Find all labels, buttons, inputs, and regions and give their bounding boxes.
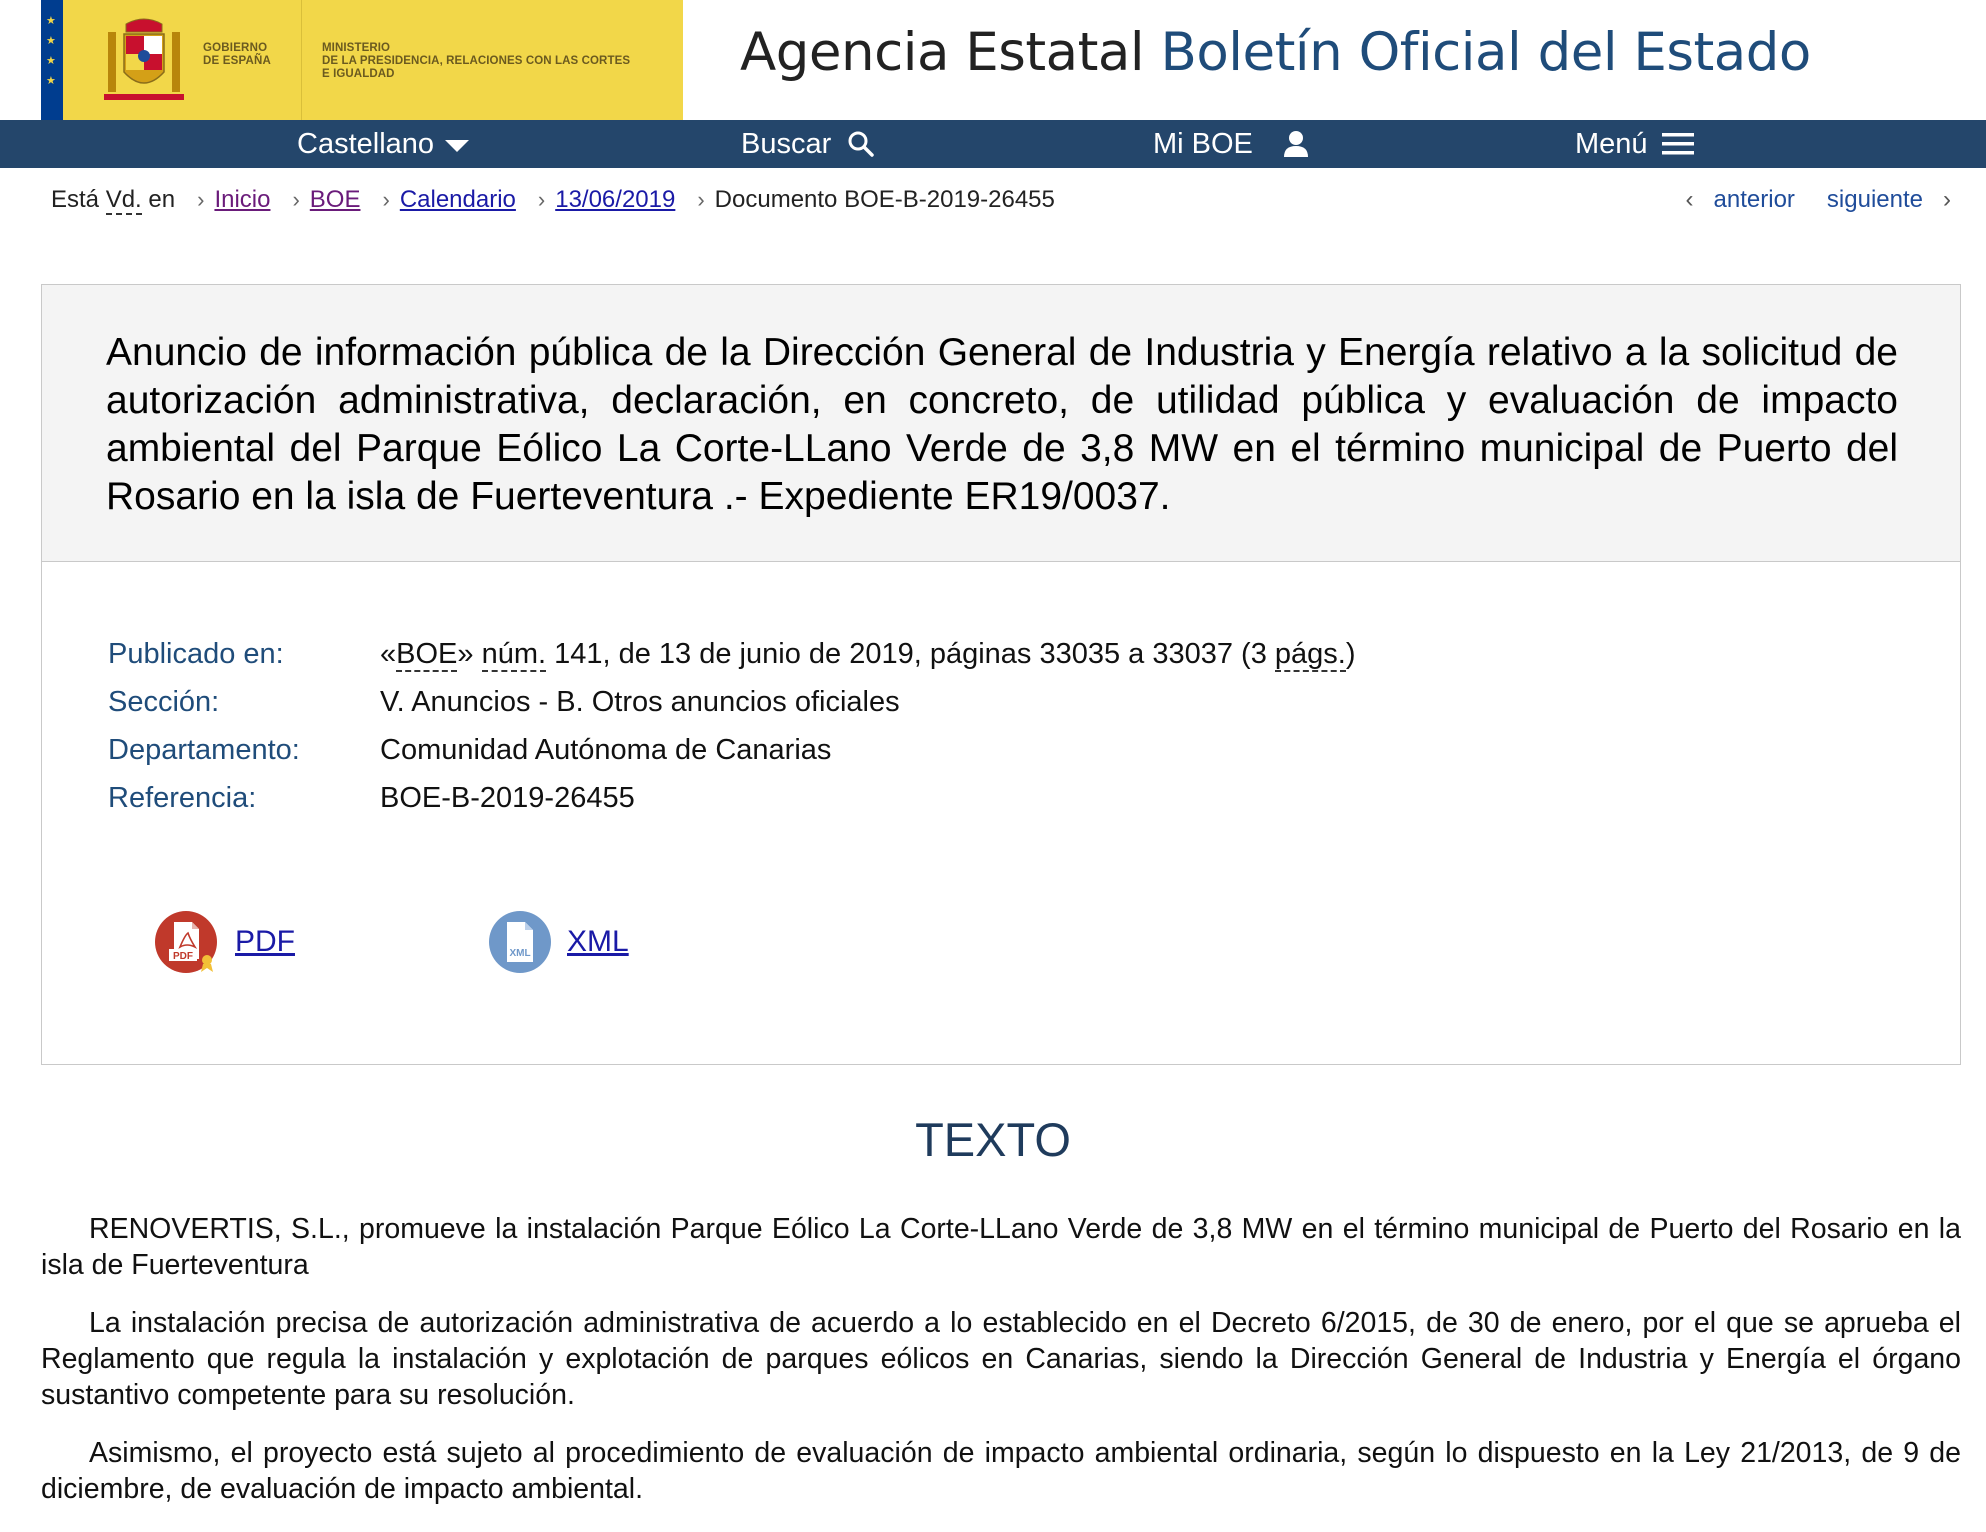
search-icon	[848, 131, 875, 157]
language-label: Castellano	[297, 127, 435, 160]
xml-icon-text: XML	[509, 948, 530, 959]
coat-of-arms-icon	[104, 18, 184, 100]
breadcrumb-item-boe[interactable]: BOE	[310, 186, 361, 214]
xml-download[interactable]: XML XML	[487, 909, 629, 975]
document-summary-box: Anuncio de información pública de la Dir…	[41, 284, 1961, 1065]
pdf-icon-text: PDF	[173, 951, 193, 962]
government-label: Gobierno de España	[203, 42, 272, 67]
chevron-right-icon: ›	[382, 187, 390, 212]
meta-row-department: Departamento: Comunidad Autónoma de Cana…	[108, 726, 1908, 774]
caret-down-icon	[445, 140, 470, 152]
site-title-prefix: Agencia Estatal	[740, 22, 1145, 83]
meta-label-reference: Referencia:	[108, 782, 257, 814]
abbr-usted: Vd.	[105, 186, 142, 215]
xml-file-icon[interactable]: XML	[487, 909, 553, 975]
breadcrumb-item-date[interactable]: 13/06/2019	[555, 186, 675, 214]
meta-row-published: Publicado en: «BOE» núm. 141, de 13 de j…	[108, 630, 1908, 678]
document-pager: ‹ anterior siguiente ›	[1686, 182, 1951, 218]
pdf-file-icon[interactable]: PDF	[155, 909, 221, 975]
chevron-right-icon[interactable]: ›	[1943, 186, 1951, 214]
meta-value-section: V. Anuncios - B. Otros anuncios oficiale…	[380, 686, 900, 718]
document-metadata: Publicado en: «BOE» núm. 141, de 13 de j…	[108, 630, 1908, 822]
language-selector[interactable]: Castellano	[297, 120, 470, 168]
breadcrumb-item-calendario[interactable]: Calendario	[400, 186, 516, 214]
pdf-link[interactable]: PDF	[235, 925, 295, 959]
meta-label-department: Departamento:	[108, 734, 300, 766]
meta-value-published: «BOE» núm. 141, de 13 de junio de 2019, …	[380, 638, 1356, 672]
hamburger-menu-icon	[1661, 133, 1694, 155]
breadcrumb-item-inicio[interactable]: Inicio	[214, 186, 270, 214]
xml-link[interactable]: XML	[567, 925, 629, 959]
chevron-left-icon[interactable]: ‹	[1686, 186, 1694, 214]
menu-label: Menú	[1575, 127, 1648, 160]
meta-row-reference: Referencia: BOE-B-2019-26455	[108, 774, 1908, 822]
chevron-right-icon: ›	[537, 187, 546, 212]
meta-value-department: Comunidad Autónoma de Canarias	[380, 734, 832, 766]
chevron-right-icon: ›	[697, 187, 705, 212]
ministry-label: Ministerio de la Presidencia, Relaciones…	[322, 42, 631, 80]
breadcrumb-lead: Está Vd. en	[51, 186, 176, 215]
section-title-texto: TEXTO	[915, 1113, 1071, 1166]
user-icon	[1283, 131, 1308, 157]
search-label: Buscar	[741, 127, 832, 160]
abbr-boe: BOE	[396, 638, 458, 672]
breadcrumb-current: Documento BOE-B-2019-26455	[714, 186, 1055, 213]
meta-row-section: Sección: V. Anuncios - B. Otros anuncios…	[108, 678, 1908, 726]
meta-label-published: Publicado en:	[108, 638, 284, 670]
document-body-text: RENOVERTIS, S.L., promueve la instalació…	[41, 1211, 1961, 1529]
document-title: Anuncio de información pública de la Dir…	[106, 331, 1898, 518]
chevron-right-icon: ›	[292, 187, 300, 212]
banner-divider	[301, 0, 302, 120]
abbr-num: núm.	[481, 638, 547, 672]
chevron-right-icon: ›	[197, 187, 205, 212]
eu-spain-flag: ★ ★ ★ ★	[41, 0, 87, 120]
breadcrumb: Está Vd. en › Inicio › BOE › Calendario …	[51, 182, 1951, 218]
document-title-area: Anuncio de información pública de la Dir…	[42, 285, 1960, 562]
my-boe-label: Mi BOE	[1153, 127, 1253, 160]
site-title[interactable]: Agencia Estatal Boletín Oficial del Esta…	[740, 22, 1811, 83]
next-link[interactable]: siguiente	[1827, 186, 1923, 214]
body-paragraph: La instalación precisa de autorización a…	[41, 1307, 1961, 1411]
download-links: PDF PDF XML XML	[155, 909, 821, 975]
abbr-pags: págs.	[1274, 638, 1346, 672]
site-header: ★ ★ ★ ★ Gobierno de España Ministerio de…	[0, 0, 1986, 120]
meta-label-section: Sección:	[108, 686, 220, 718]
meta-value-reference: BOE-B-2019-26455	[380, 782, 635, 814]
site-title-accent: Boletín Oficial del Estado	[1160, 22, 1812, 83]
search-button[interactable]: Buscar	[741, 120, 875, 168]
body-paragraph: RENOVERTIS, S.L., promueve la instalació…	[41, 1213, 1961, 1281]
my-boe-button[interactable]: Mi BOE	[1153, 120, 1309, 168]
main-navbar: Castellano Buscar Mi BOE Menú	[0, 120, 1986, 168]
pdf-download[interactable]: PDF PDF	[155, 909, 295, 975]
menu-button[interactable]: Menú	[1575, 120, 1694, 168]
previous-link[interactable]: anterior	[1714, 186, 1795, 214]
body-paragraph: Asimismo, el proyecto está sujeto al pro…	[41, 1437, 1961, 1505]
